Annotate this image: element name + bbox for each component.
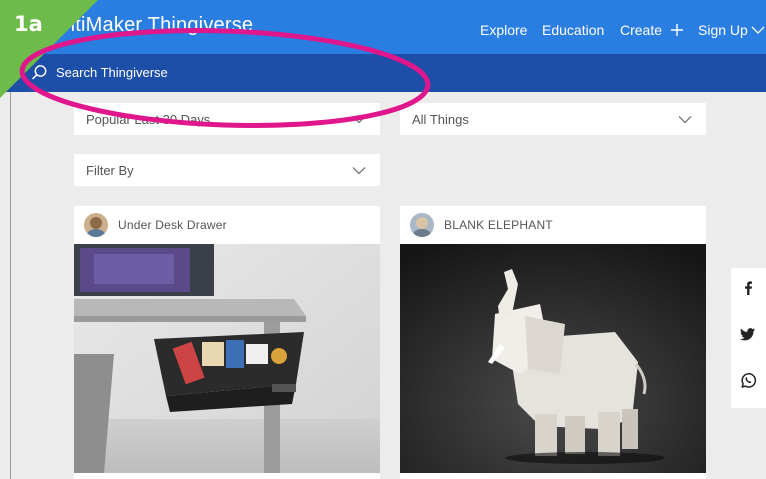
share-sidebar — [731, 268, 766, 408]
thing-card-title[interactable]: BLANK ELEPHANT — [444, 218, 553, 232]
nav-sign-up[interactable]: Sign Up — [698, 22, 765, 38]
twitter-icon[interactable] — [740, 326, 756, 342]
chevron-down-icon — [678, 115, 692, 123]
chevron-down-icon — [352, 115, 366, 123]
sort-dropdown[interactable]: Popular Last 30 Days — [74, 103, 380, 135]
thing-card[interactable]: Under Desk Drawer — [74, 206, 380, 479]
sort-dropdown-value: Popular Last 30 Days — [86, 111, 211, 127]
whatsapp-icon[interactable] — [740, 372, 757, 389]
nav-sign-up-label: Sign Up — [698, 22, 748, 38]
type-dropdown[interactable]: All Things — [400, 103, 706, 135]
filter-by-dropdown[interactable]: Filter By — [74, 154, 380, 186]
nav-education[interactable]: Education — [542, 22, 604, 38]
thing-card-header: Under Desk Drawer — [74, 206, 380, 244]
search-bar[interactable]: Search Thingiverse — [0, 54, 766, 92]
avatar[interactable] — [410, 213, 434, 237]
thing-card-title[interactable]: Under Desk Drawer — [118, 218, 227, 232]
thing-card[interactable]: BLANK ELEPHANT — [400, 206, 706, 479]
top-navigation-bar: UltiMaker Thingiverse Explore Education … — [0, 0, 766, 54]
filter-by-dropdown-value: Filter By — [86, 162, 134, 178]
facebook-icon[interactable] — [740, 280, 756, 296]
thing-card-image[interactable] — [400, 244, 706, 473]
page-left-border — [10, 92, 11, 479]
nav-create-label: Create — [620, 22, 663, 38]
type-dropdown-value: All Things — [412, 111, 469, 127]
nav-create[interactable]: Create — [620, 22, 684, 38]
nav-explore[interactable]: Explore — [480, 22, 527, 38]
thing-card-header: BLANK ELEPHANT — [400, 206, 706, 244]
step-badge-label: 1a — [14, 12, 43, 36]
avatar[interactable] — [84, 213, 108, 237]
chevron-down-icon — [352, 166, 366, 174]
plus-icon — [671, 24, 684, 36]
chevron-down-icon — [751, 26, 765, 34]
thing-card-image[interactable] — [74, 244, 380, 473]
